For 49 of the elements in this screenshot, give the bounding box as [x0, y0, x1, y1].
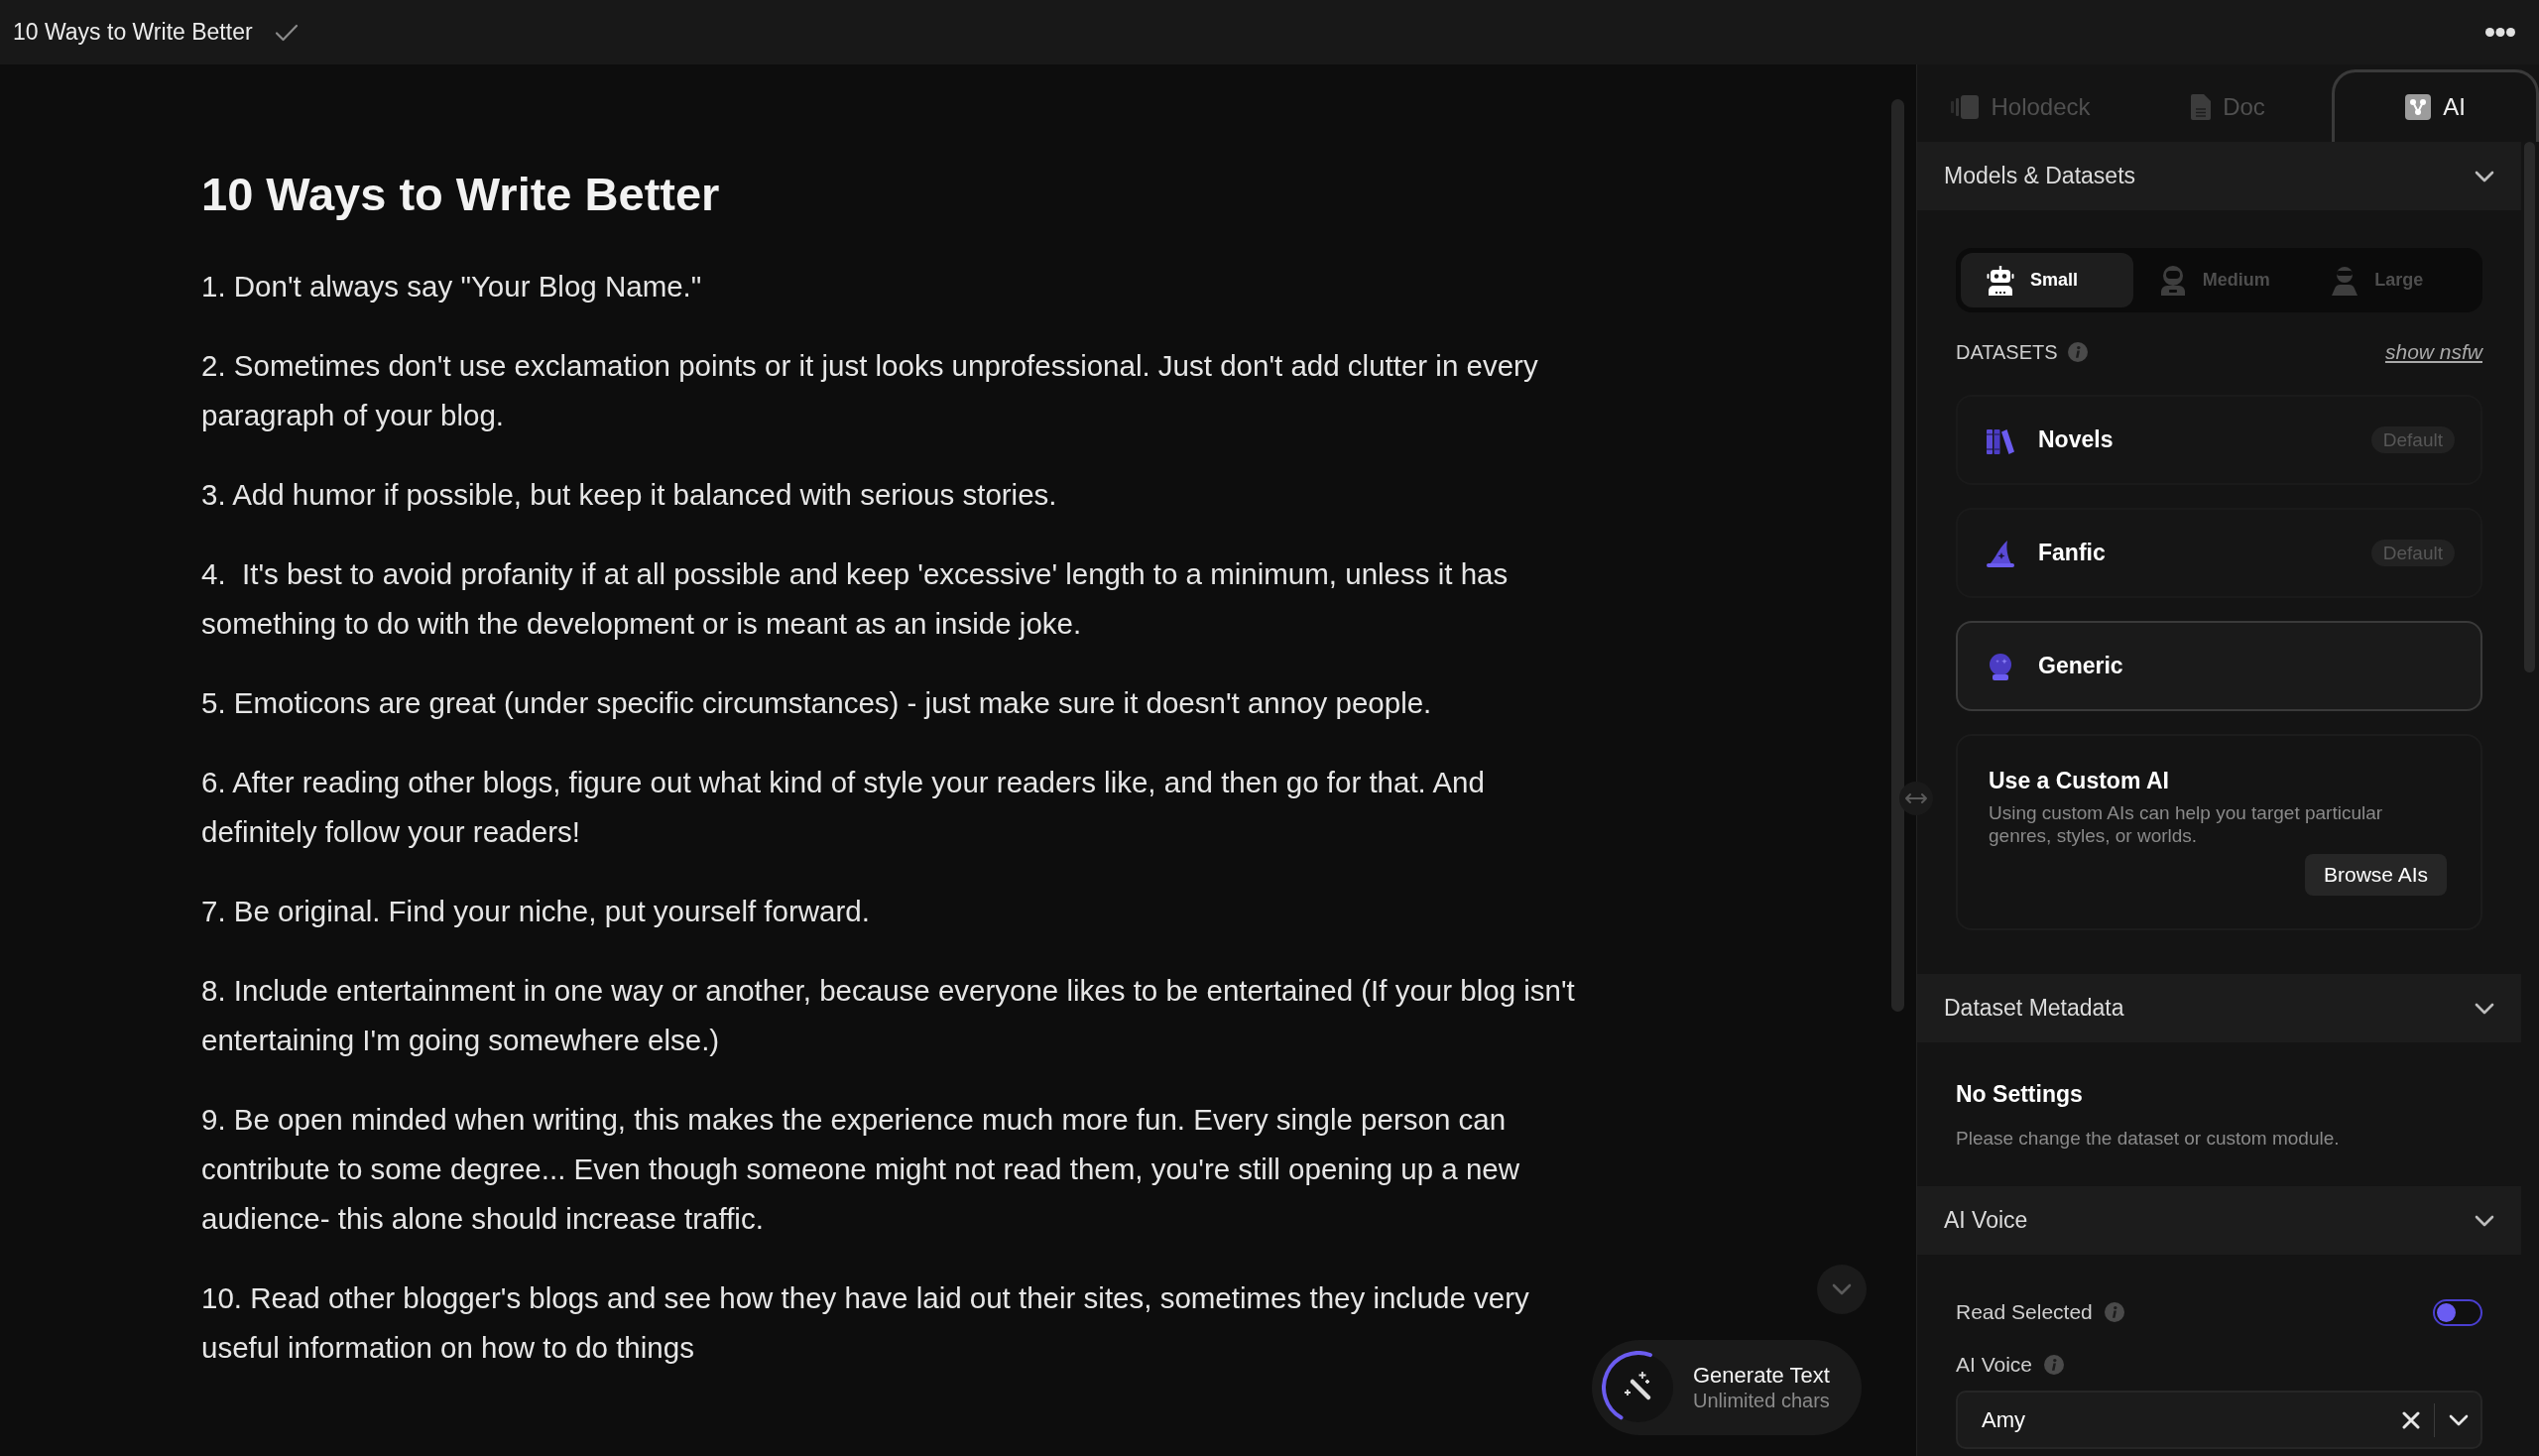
info-icon[interactable] [2104, 1302, 2124, 1322]
crystal-ball-icon [1987, 652, 2014, 680]
document-title: 10 Ways to Write Better [13, 18, 253, 48]
setting-label: Read Selected [1956, 1299, 2093, 1325]
wizard-hat-icon [1987, 539, 2014, 567]
toggle-switch[interactable] [2433, 1298, 2482, 1326]
show-nsfw-link[interactable]: show nsfw [2384, 340, 2482, 364]
astronaut-icon [2158, 265, 2187, 296]
paragraph: 2. Sometimes don't use exclamation points or it just looks unprofessional. Just don't add clutter in every paragraph of your blog. [201, 348, 1539, 433]
scroll-down-button[interactable] [1817, 1265, 1867, 1314]
chevron-down-icon [1832, 1283, 1852, 1295]
voice-select[interactable]: Amy [1956, 1391, 2482, 1449]
paragraph: 1. Don't always say "Your Blog Name." [201, 269, 703, 304]
card-title: Use a Custom AI [1989, 767, 2170, 795]
empty-state-title: No Settings [1956, 1080, 2084, 1109]
generate-text-button[interactable]: Generate Text Unlimited chars [1592, 1340, 1862, 1435]
nodes-icon [2405, 94, 2432, 120]
paragraph: 9. Be open minded when writing, this makes the experience much more fun. Every single person can contribute to some degree... Even though someone might not read them, you're still opening up a new audience- this alone should increase traffic. [201, 1102, 1521, 1237]
section-header[interactable]: Models & Datasets [1917, 142, 2521, 210]
datasets-label: DATASETS [1956, 340, 2058, 364]
paragraph: 10. Read other blogger's blogs and see how they have laid out their sites, sometimes they include very useful information on how to do things [201, 1280, 1530, 1366]
card-description: Using custom AIs can help you target particular genres, styles, or worlds. [1989, 801, 2384, 847]
scrollbar[interactable] [2524, 142, 2535, 672]
robot-icon [1987, 265, 2014, 296]
dataset-card[interactable]: Generic [1956, 621, 2482, 711]
paragraph: 6. After reading other blogs, figure out what kind of style your readers like, and then go for that. And definitely follow your readers! [201, 765, 1486, 850]
close-icon[interactable] [2402, 1410, 2420, 1429]
paragraph: 4. It's best to avoid profanity if at all possible and keep 'excessive' length to a minimum, unless it has something to do with the development or is meant as an inside joke. [201, 556, 1510, 642]
chevron-down-icon[interactable] [2449, 1413, 2469, 1426]
magic-wand-icon [1602, 1351, 1675, 1424]
model-option[interactable]: Small [1961, 253, 2133, 307]
setting-label: AI Voice [1956, 1352, 2033, 1378]
paragraph: 7. Be original. Find your niche, put yourself forward. [201, 894, 871, 929]
empty-state-message: Please change the dataset or custom module. [1956, 1127, 2341, 1151]
visor-person-icon [2331, 265, 2359, 296]
info-icon[interactable] [2067, 342, 2088, 362]
section-header[interactable]: Dataset Metadata [1917, 974, 2521, 1042]
paragraph: 3. Add humor if possible, but keep it balanced with serious stories. [201, 477, 1058, 513]
scrollbar[interactable] [1891, 99, 1904, 1012]
more-options-icon[interactable] [2485, 28, 2515, 37]
resize-handle-icon[interactable] [1899, 782, 1933, 815]
paragraph: 5. Emoticons are great (under specific circumstances) - just make sure it doesn't annoy people. [201, 685, 1433, 721]
section-header[interactable]: AI Voice [1917, 1186, 2521, 1255]
document-icon [2191, 94, 2212, 120]
cards-icon [1951, 94, 1980, 120]
info-icon[interactable] [2044, 1355, 2065, 1375]
document-heading: 10 Ways to Write Better [201, 167, 721, 222]
browse-ais-button[interactable]: Browse AIs [2304, 854, 2447, 896]
paragraph: 8. Include entertainment in one way or another, because everyone likes to be entertained (If your blog isn't entertaining I'm going somewhere else.) [201, 973, 1576, 1058]
